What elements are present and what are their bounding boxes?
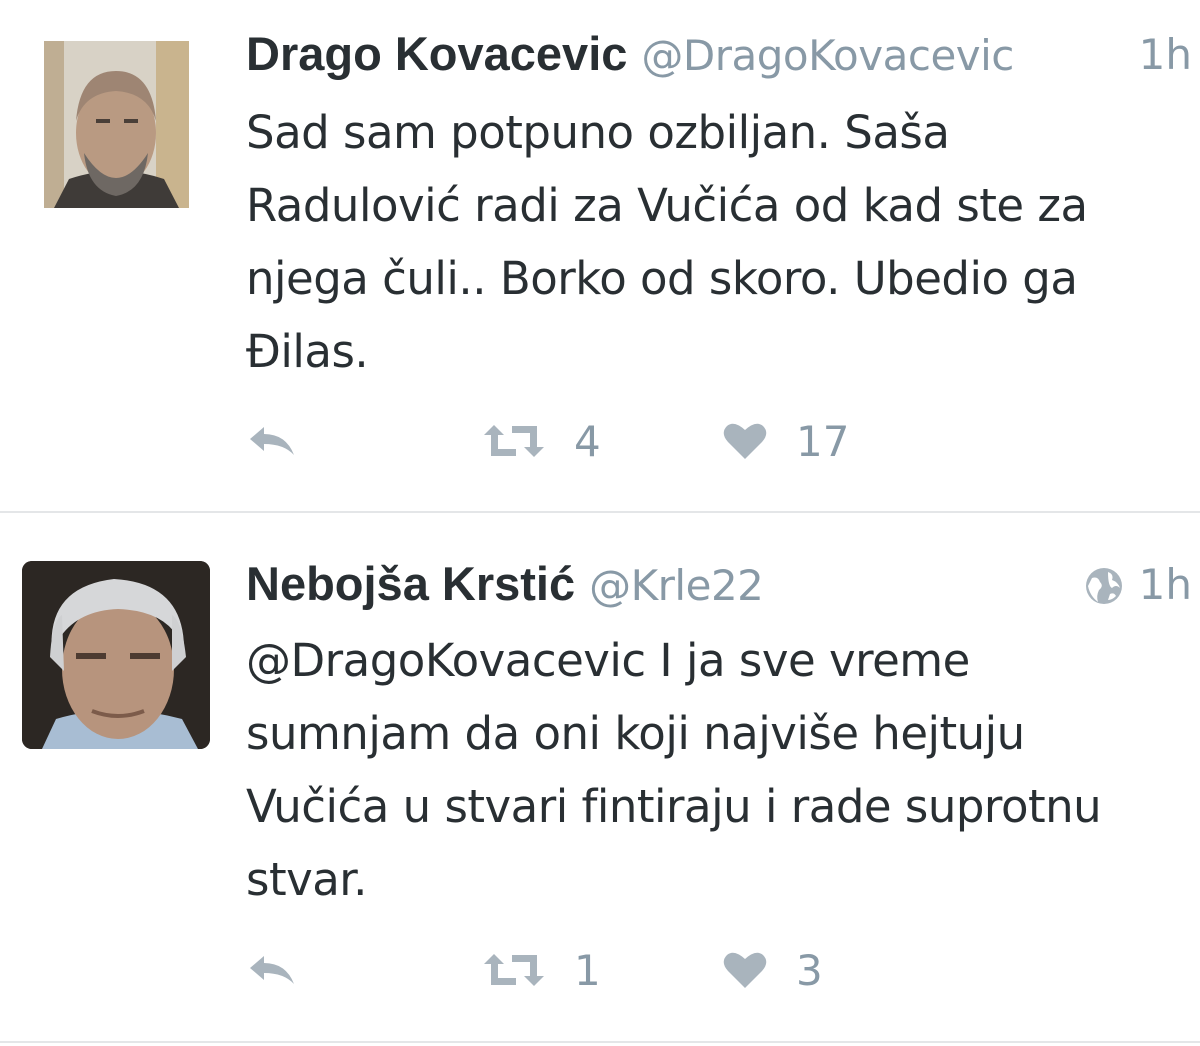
timestamp[interactable]: 1h	[1139, 30, 1192, 79]
author-handle[interactable]: @Krle22	[589, 561, 764, 610]
retweet-button[interactable]: 4	[482, 416, 601, 466]
timestamp[interactable]: 1h	[1139, 560, 1192, 609]
avatar[interactable]	[44, 41, 189, 208]
tweet-header: Drago Kovacevic @DragoKovacevic 1h	[246, 26, 1200, 86]
retweet-icon	[484, 425, 544, 457]
tweet-actions: 1 3	[246, 945, 946, 995]
reply-icon	[250, 956, 294, 984]
tweet[interactable]: Drago Kovacevic @DragoKovacevic 1h Sad sa…	[0, 0, 1200, 513]
tweet-text: @DragoKovacevic I ja sve vreme sumnjam d…	[246, 634, 1102, 906]
globe-icon	[1086, 568, 1122, 604]
retweet-icon	[484, 954, 544, 986]
author-name[interactable]: Nebojša Krstić	[246, 556, 575, 611]
author-handle[interactable]: @DragoKovacevic	[641, 31, 1014, 80]
heart-icon	[723, 423, 767, 459]
tweet[interactable]: Nebojša Krstić @Krle22 1h @DragoKovacevic…	[0, 513, 1200, 1043]
like-count: 3	[796, 945, 823, 995]
like-count: 17	[796, 416, 850, 466]
author-name[interactable]: Drago Kovacevic	[246, 26, 627, 81]
divider	[0, 1041, 1200, 1043]
tweet-text: Sad sam potpuno ozbiljan. Saša Radulović…	[246, 106, 1088, 378]
avatar[interactable]	[22, 561, 210, 749]
like-button[interactable]: 17	[722, 416, 849, 466]
heart-icon	[723, 952, 767, 988]
avatar-photo	[22, 561, 210, 749]
reply-button[interactable]	[246, 416, 298, 466]
avatar-photo	[44, 41, 189, 208]
retweet-count: 4	[574, 416, 601, 466]
tweet-header: Nebojša Krstić @Krle22 1h	[246, 556, 1200, 616]
reply-button[interactable]	[246, 945, 298, 995]
reply-icon	[250, 427, 294, 455]
like-button[interactable]: 3	[722, 945, 823, 995]
tweet-actions: 4 17	[246, 416, 946, 466]
retweet-count: 1	[574, 945, 601, 995]
retweet-button[interactable]: 1	[482, 945, 601, 995]
